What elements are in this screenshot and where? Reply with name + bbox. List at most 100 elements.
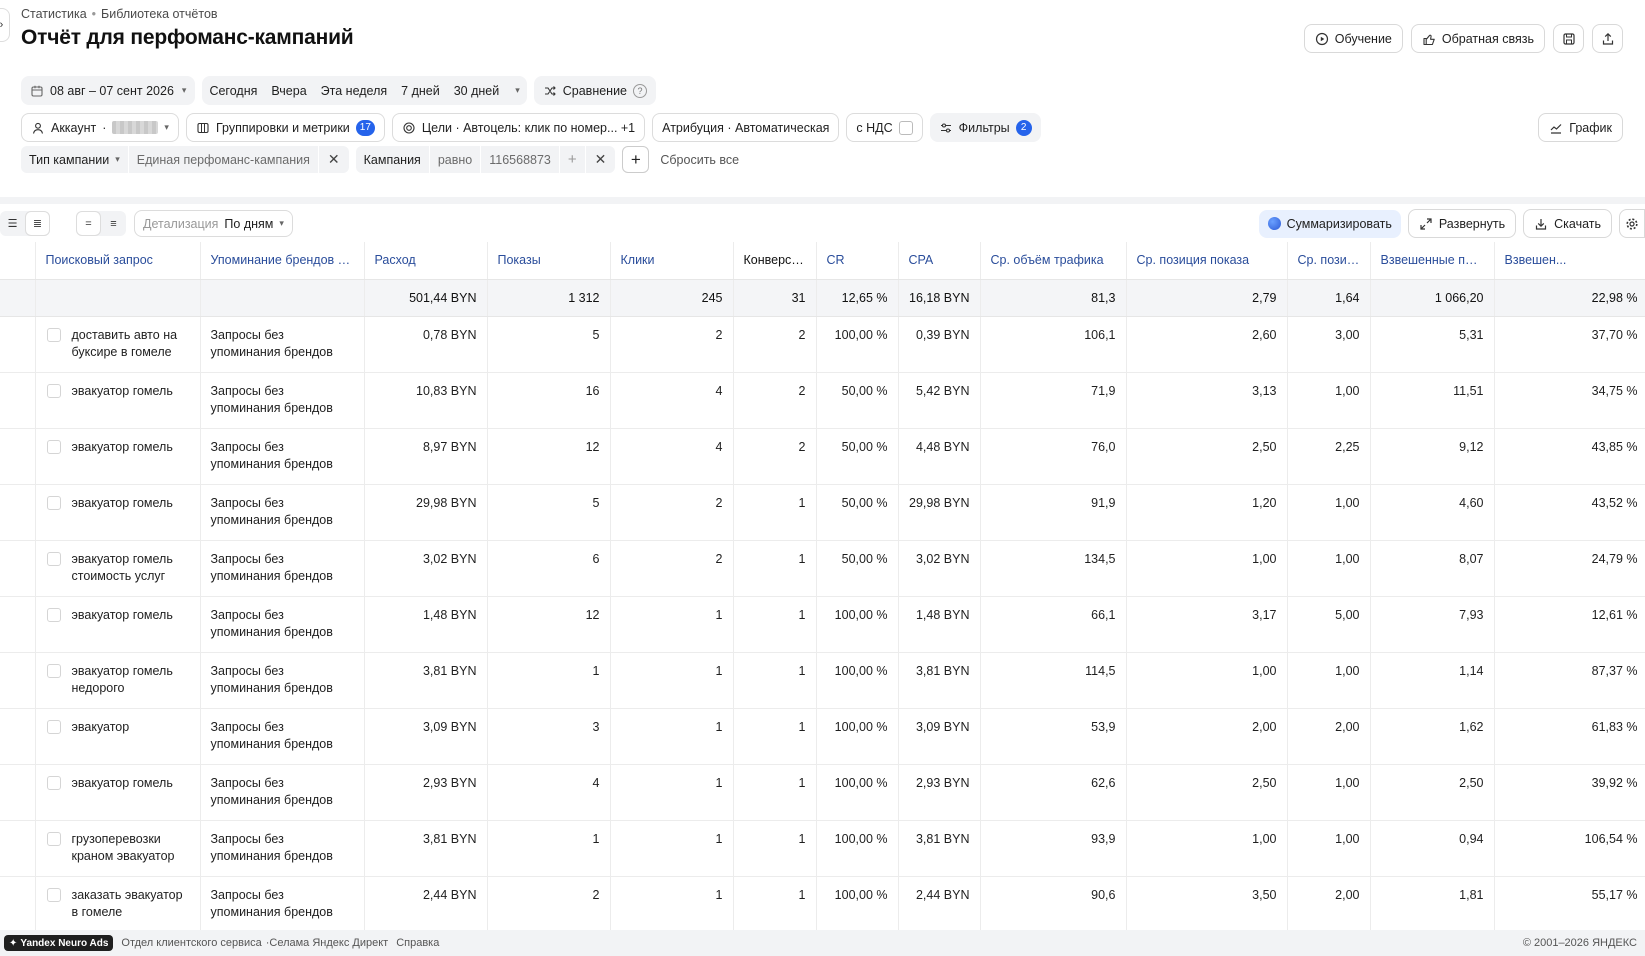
- share-button[interactable]: [1592, 24, 1623, 53]
- summarize-button[interactable]: Суммаризировать: [1258, 209, 1401, 238]
- column-header[interactable]: Ср. объём трафика: [980, 242, 1127, 280]
- column-header[interactable]: Показы: [487, 242, 611, 280]
- attribution-select[interactable]: Атрибуция · Автоматическая: [652, 113, 840, 142]
- chevron-down-icon: ▾: [164, 122, 169, 132]
- row-checkbox[interactable]: [46, 775, 61, 790]
- learning-button[interactable]: Обучение: [1303, 24, 1403, 53]
- save-report-button[interactable]: [1553, 24, 1584, 53]
- column-header[interactable]: Поисковый запрос: [35, 242, 201, 280]
- download-button[interactable]: Скачать: [1523, 209, 1612, 238]
- neuro-ads-badge[interactable]: ✦ Yandex Neuro Ads: [4, 935, 114, 951]
- goals-select[interactable]: Цели · Автоцель: клик по номер... +1: [391, 113, 646, 142]
- footer-link-help[interactable]: Справка: [396, 937, 439, 949]
- expand-button[interactable]: Развернуть: [1407, 209, 1517, 238]
- filter-value[interactable]: Единая перфоманс-кампания: [129, 146, 319, 173]
- table-settings-button[interactable]: [1619, 209, 1645, 238]
- filters-button[interactable]: Фильтры 2: [929, 113, 1041, 142]
- metric-cell: 2: [610, 484, 734, 541]
- row-spacer: [0, 596, 36, 653]
- row-checkbox[interactable]: [46, 383, 61, 398]
- preset-7-days[interactable]: 7 дней: [394, 76, 447, 105]
- row-checkbox[interactable]: [46, 327, 61, 342]
- column-header-sorted[interactable]: Конверсии↓: [733, 242, 817, 280]
- table-row[interactable]: эвакуатор гомель Запросы без упоминания б…: [0, 484, 1645, 541]
- metric-cell: 3,09 BYN: [364, 708, 488, 765]
- breadcrumb-item-statistics[interactable]: Статистика: [21, 7, 87, 21]
- row-checkbox[interactable]: [46, 439, 61, 454]
- add-filter-button[interactable]: +: [622, 146, 650, 173]
- row-checkbox[interactable]: [46, 551, 61, 566]
- table-row[interactable]: эвакуатор Запросы без упоминания брендов 3…: [0, 708, 1645, 765]
- metric-cell: 1: [487, 820, 611, 877]
- close-icon[interactable]: ✕: [586, 146, 616, 173]
- help-icon[interactable]: ?: [633, 83, 648, 98]
- plus-icon[interactable]: +: [560, 146, 586, 173]
- footer-link-direct[interactable]: ·Селама Яндекс Директ: [266, 937, 388, 949]
- table-row[interactable]: эвакуатор гомель Запросы без упоминания б…: [0, 764, 1645, 821]
- detail-select[interactable]: Детализация По дням ▾: [134, 210, 293, 237]
- reset-all-link[interactable]: Сбросить все: [660, 153, 739, 167]
- preset-this-week[interactable]: Эта неделя: [314, 76, 394, 105]
- graph-button[interactable]: График: [1538, 113, 1623, 142]
- table-row[interactable]: эвакуатор гомель недорого Запросы без упо…: [0, 652, 1645, 709]
- preset-30-days[interactable]: 30 дней: [447, 76, 507, 105]
- filter-field-select[interactable]: Тип кампании ▾: [21, 146, 129, 173]
- column-header[interactable]: Расход: [364, 242, 488, 280]
- search-query-cell: эвакуатор гомель: [35, 484, 201, 541]
- groupings-metrics-button[interactable]: Группировки и метрики 17: [185, 113, 385, 142]
- row-checkbox[interactable]: [46, 719, 61, 734]
- account-label: Аккаунт: [51, 120, 97, 135]
- vat-checkbox[interactable]: [898, 120, 913, 135]
- column-header[interactable]: Ср. позиц...: [1287, 242, 1371, 280]
- metric-cell: 3,00: [1287, 316, 1371, 373]
- footer-link-support[interactable]: Отдел клиентского сервиса: [121, 937, 261, 949]
- feedback-button[interactable]: Обратная связь: [1410, 24, 1545, 53]
- metric-cell: 12: [487, 596, 611, 653]
- table-row[interactable]: эвакуатор гомель Запросы без упоминания б…: [0, 428, 1645, 485]
- metric-cell: 2,60: [1126, 316, 1288, 373]
- target-icon: [402, 121, 416, 135]
- column-header[interactable]: Клики: [610, 242, 734, 280]
- comfortable-density-icon[interactable]: ≡: [101, 211, 126, 236]
- column-header[interactable]: Упоминание брендов в з...: [200, 242, 365, 280]
- table-row[interactable]: заказать эвакуатор в гомеле Запросы без у…: [0, 876, 1645, 930]
- filter-field-label[interactable]: Кампания: [356, 146, 430, 173]
- brand-mention-cell: Запросы без упоминания брендов: [200, 372, 365, 429]
- vat-toggle[interactable]: с НДС: [846, 113, 923, 142]
- compact-density-icon[interactable]: =: [76, 211, 101, 236]
- tree-view-icon[interactable]: ≣: [25, 211, 50, 236]
- ai-sparkle-icon: [1267, 217, 1281, 230]
- column-header[interactable]: Взвешен...: [1494, 242, 1645, 280]
- column-header[interactable]: CR: [816, 242, 899, 280]
- metric-cell: 134,5: [980, 540, 1127, 597]
- row-checkbox[interactable]: [46, 887, 61, 902]
- row-checkbox[interactable]: [46, 495, 61, 510]
- search-query-cell: эвакуатор гомель: [35, 596, 201, 653]
- column-header[interactable]: Взвешенные пок...: [1370, 242, 1495, 280]
- column-header[interactable]: CPA: [898, 242, 981, 280]
- account-select[interactable]: Аккаунт · ▾: [21, 113, 179, 142]
- compare-button[interactable]: Сравнение ?: [533, 76, 657, 105]
- row-checkbox[interactable]: [46, 831, 61, 846]
- close-icon[interactable]: ✕: [319, 146, 349, 173]
- sidebar-toggle-button[interactable]: ›: [0, 8, 10, 42]
- date-range-picker[interactable]: 08 авг – 07 сент 2026 ▾: [21, 76, 196, 105]
- filter-operator[interactable]: равно: [430, 146, 482, 173]
- table-row[interactable]: эвакуатор гомель Запросы без упоминания б…: [0, 596, 1645, 653]
- preset-yesterday[interactable]: Вчера: [264, 76, 313, 105]
- table-row[interactable]: грузоперевозки краном эвакуатор Запросы б…: [0, 820, 1645, 877]
- table-row[interactable]: доставить авто на буксире в гомеле Запрос…: [0, 316, 1645, 373]
- table-row[interactable]: эвакуатор гомель стоимость услуг Запросы …: [0, 540, 1645, 597]
- row-checkbox[interactable]: [46, 607, 61, 622]
- preset-today[interactable]: Сегодня: [202, 76, 264, 105]
- metric-cell: 2: [610, 540, 734, 597]
- filter-value[interactable]: 116568873: [481, 146, 560, 173]
- list-view-icon[interactable]: ☰: [0, 211, 25, 236]
- chevron-down-icon[interactable]: ▾: [508, 76, 527, 105]
- play-circle-icon: [1315, 32, 1329, 46]
- breadcrumb-item-library[interactable]: Библиотека отчётов: [101, 7, 218, 21]
- row-spacer: [0, 484, 36, 541]
- row-checkbox[interactable]: [46, 663, 61, 678]
- table-row[interactable]: эвакуатор гомель Запросы без упоминания б…: [0, 372, 1645, 429]
- column-header[interactable]: Ср. позиция показа: [1126, 242, 1288, 280]
